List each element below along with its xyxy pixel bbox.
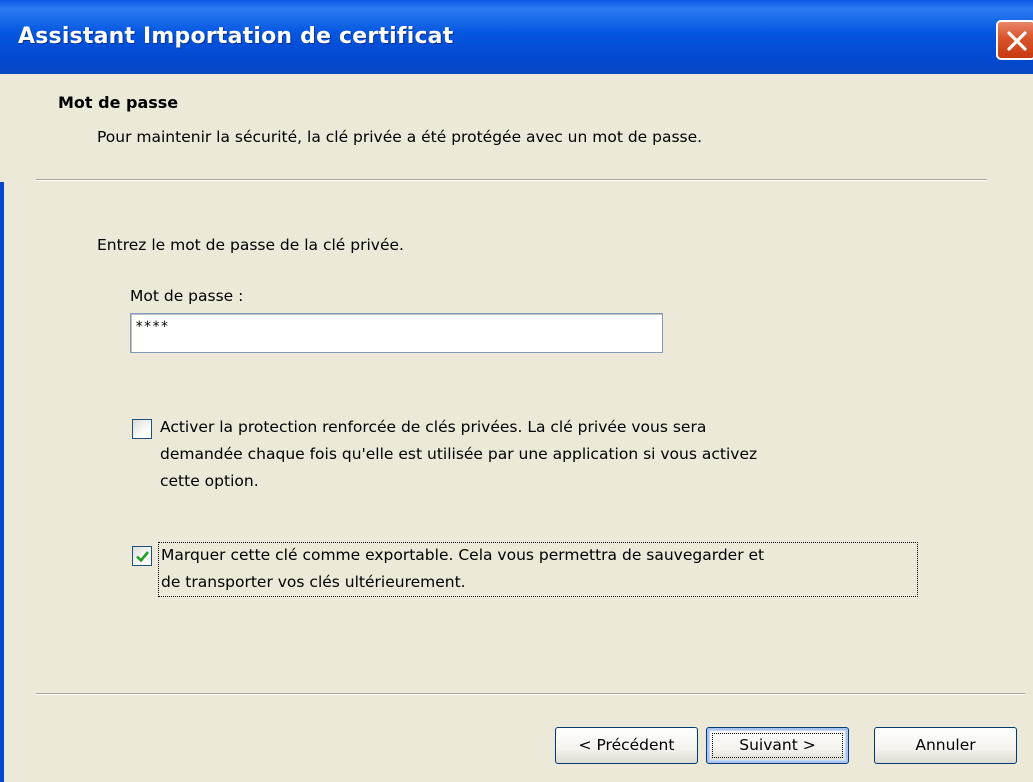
strong-protection-line: Activer la protection renforcée de clés … (160, 418, 707, 436)
close-button[interactable] (996, 20, 1033, 60)
next-button[interactable]: Suivant > (706, 727, 849, 764)
footer-divider (36, 693, 1025, 695)
next-focus-outline (712, 733, 843, 758)
page-title: Mot de passe (58, 93, 179, 112)
exportable-label[interactable]: Marquer cette clé comme exportable. Cela… (161, 542, 764, 596)
title-bar[interactable]: Assistant Importation de certificat (0, 0, 1033, 74)
password-prompt: Entrez le mot de passe de la clé privée. (97, 236, 404, 254)
password-label: Mot de passe : (130, 287, 244, 305)
password-field[interactable]: **** (130, 313, 663, 353)
back-button[interactable]: < Précédent (555, 727, 698, 764)
page-subtitle: Pour maintenir la sécurité, la clé privé… (97, 128, 703, 146)
exportable-line: Marquer cette clé comme exportable. Cela… (161, 546, 765, 564)
strong-protection-label[interactable]: Activer la protection renforcée de clés … (160, 414, 757, 495)
strong-protection-line: cette option. (160, 472, 259, 490)
window-title: Assistant Importation de certificat (18, 24, 454, 49)
cancel-button[interactable]: Annuler (874, 727, 1017, 764)
strong-protection-checkbox[interactable] (132, 419, 152, 439)
strong-protection-line: demandée chaque fois qu'elle est utilisé… (160, 445, 758, 463)
certificate-import-wizard-window: Assistant Importation de certificat Mot … (0, 0, 1033, 782)
header-divider (36, 179, 987, 181)
exportable-checkbox[interactable] (132, 546, 152, 566)
exportable-line: de transporter vos clés ultérieurement. (161, 573, 466, 591)
